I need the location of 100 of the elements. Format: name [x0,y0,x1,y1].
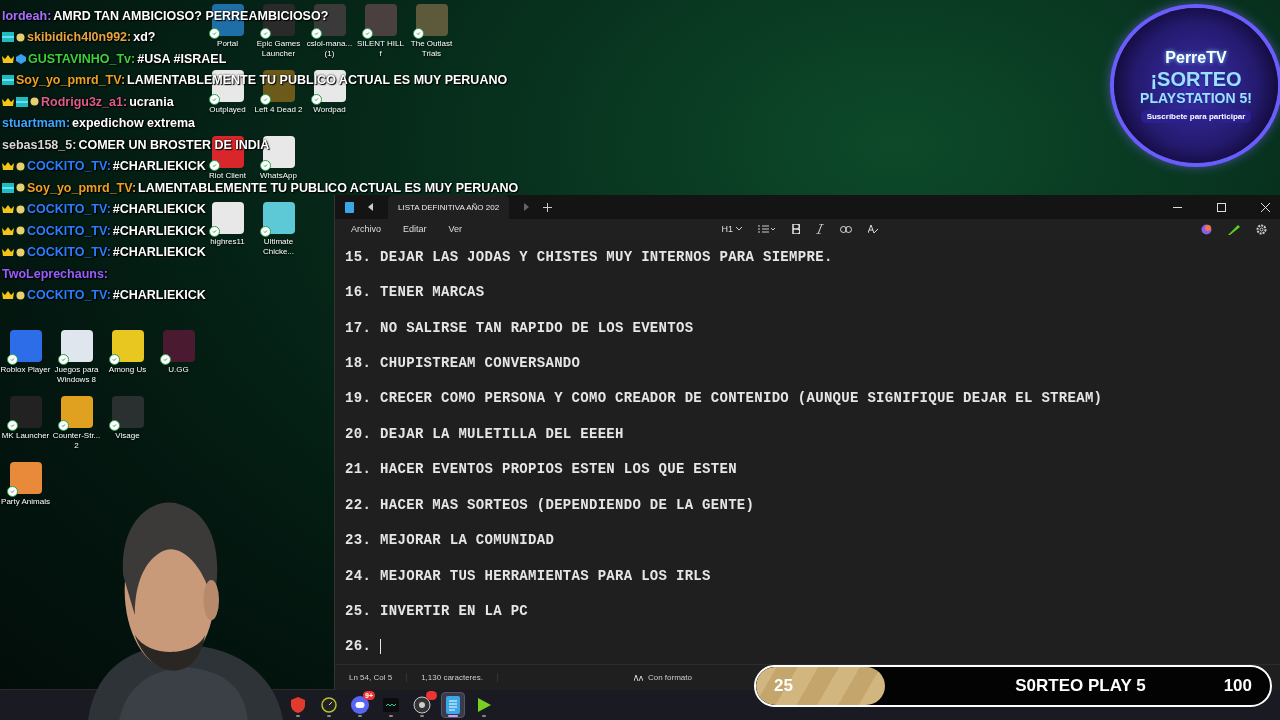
icon-label: MK Launcher [0,431,51,441]
emote-icon [16,247,25,257]
list-item-text: DEJAR LAS JODAS Y CHISTES MUY INTERNOS PARA SIEMPRE. [380,248,833,265]
sync-check-icon [108,420,120,431]
play-icon[interactable] [476,697,492,713]
icon-label: cslol-mana... (1) [305,39,354,59]
giveaway-title: ¡SORTEO [1150,68,1242,89]
list-item-text: NO SALIRSE TAN RAPIDO DE LOS EVENTOS [380,319,694,336]
taskbar-button[interactable] [441,692,465,718]
new-tab-icon[interactable] [543,202,553,212]
app-icon[interactable] [211,202,244,234]
chat-username: COCKITO_TV: [27,245,111,260]
chat-message: #CHARLIEKICK [112,159,206,174]
sync-check-icon [6,420,18,431]
chat-message: xd? [133,30,156,45]
chat-username: Rodrigu3z_a1: [41,94,128,109]
icon-label: U.GG [167,365,190,375]
sync-check-icon [361,28,373,39]
chat-username: skibidich4l0n992: [27,30,132,45]
menu-item[interactable]: Archivo [343,222,389,236]
app-icon[interactable] [111,396,144,428]
emote-icon [16,183,25,193]
list-number: 17. [345,319,372,336]
chat-message: #CHARLIEKICK [112,202,206,217]
icon-label: Visage [114,431,141,441]
crown-icon [2,161,14,172]
brand-name: PerreTV [1165,48,1227,67]
app-icon[interactable] [111,330,144,362]
app-icon[interactable] [9,330,42,362]
icon-label: The Outlast Trials [409,39,454,59]
sync-check-icon [259,94,271,105]
list-item-text: CRECER COMO PERSONA Y COMO CREADOR DE CONTENIDO (AUNQUE SIGNIFIQUE DEJAR EL STREAM) [380,390,1103,407]
close-icon [1260,202,1270,212]
cursor-position: Ln 54, Col 5 [335,673,408,682]
icon-label: WhatsApp [259,171,298,181]
gauge-icon[interactable] [321,697,337,713]
shield-icon[interactable] [291,697,305,713]
icon-label: Party Animals [0,497,51,507]
icon-label: Portal [216,39,239,49]
menu-item[interactable]: Editar [395,222,435,236]
scroll-left-icon[interactable] [368,203,374,211]
emote-icon [16,204,25,214]
list-number: 18. [345,354,372,371]
app-icon[interactable] [9,462,42,494]
bold-icon [792,224,800,234]
chat-message: LAMENTABLEMENTE TU PUBLICO ACTUAL ES MUY PERUANO [138,180,519,195]
emote-icon [16,290,25,300]
document-tab[interactable]: LISTA DEFINITIVA AÑO 202 [388,195,510,219]
text-cursor [380,638,382,654]
app-icon[interactable] [415,4,448,36]
italic-icon [816,224,824,234]
chat-username: COCKITO_TV: [27,159,111,174]
app-icon[interactable] [9,396,42,428]
icon-label: Outplayed [208,105,247,115]
sync-check-icon [208,28,220,39]
list-icon [758,225,776,233]
menu-item[interactable]: Ver [440,222,471,236]
chat-username: sebas158_5: [2,137,77,152]
chat-message: #CHARLIEKICK [112,288,206,303]
format-indicator[interactable]: Con formato [621,673,700,682]
notepad-icon [345,201,354,213]
app-icon[interactable] [60,396,93,428]
chat-username: lordeah: [2,8,52,23]
list-number: 19. [345,390,372,407]
icon-label: Roblox Player [0,365,51,375]
sync-check-icon [412,28,424,39]
icon-label: Riot Client [208,171,247,181]
sync-check-icon [159,354,171,365]
icon-label: highres11 [209,237,246,247]
chat-username: Soy_yo_pmrd_TV: [27,180,137,195]
list-number: 15. [345,248,372,265]
goal-title: S0RTEO PLAY 5 [1014,676,1147,696]
list-number: 24. [345,567,372,584]
app-icon[interactable] [364,4,397,36]
icon-label: Counter-Str... 2 [51,431,102,451]
emote-icon [30,97,39,107]
app-icon[interactable] [262,202,295,234]
terminal-icon[interactable] [383,698,399,712]
chat-username: TwoLeprechauns: [2,266,109,281]
subscribe-caption: Suscríbete para participar [1140,109,1252,123]
scroll-right-icon[interactable] [523,203,530,211]
list-number: 21. [345,461,372,478]
character-count: 1,130 caracteres. [407,673,498,682]
sync-check-icon [310,28,322,39]
pen-icon [1228,223,1240,235]
heading-dropdown[interactable]: H1 [716,222,747,236]
minimize-icon [1172,206,1182,208]
emote-icon [16,32,25,42]
list-number: 26. [345,638,372,655]
chat-username: Soy_yo_pmrd_TV: [16,73,126,88]
chat-message: ucrania [129,94,174,109]
list-item-text: CHUPISTREAM CONVERSANDO [380,354,581,371]
app-icon[interactable] [60,330,93,362]
chat-username: stuartmam: [2,116,71,131]
icon-label: Wordpad [312,105,347,115]
app-icon[interactable] [162,330,195,362]
crown-icon [2,204,14,215]
list-item-text: HACER EVENTOS PROPIOS ESTEN LOS QUE ESTEN [380,461,737,478]
chat-message: #CHARLIEKICK [112,223,206,238]
goal-current: 25 [773,676,794,696]
